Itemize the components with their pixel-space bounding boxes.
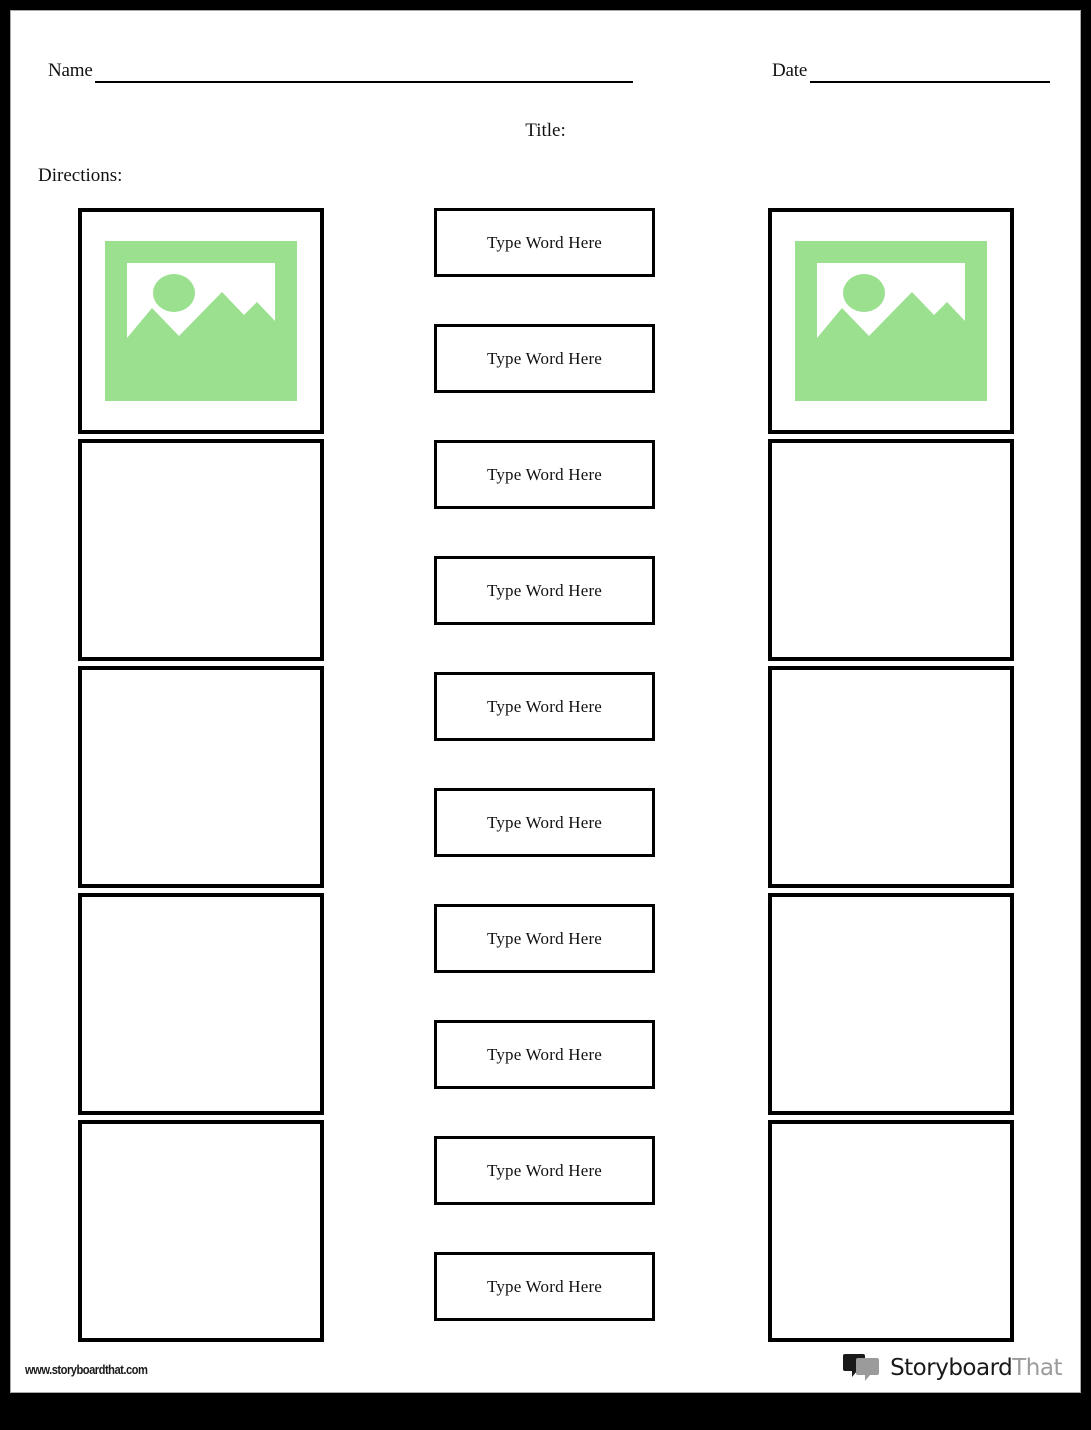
speech-bubbles-icon xyxy=(843,1353,883,1383)
answer-cell[interactable] xyxy=(768,893,1014,1115)
answer-cell[interactable] xyxy=(768,439,1014,661)
left-image-column xyxy=(78,208,324,1347)
word-box[interactable]: Type Word Here xyxy=(434,440,655,509)
date-write-line[interactable] xyxy=(810,81,1050,83)
word-box-text: Type Word Here xyxy=(486,812,603,832)
word-box[interactable]: Type Word Here xyxy=(434,788,655,857)
word-box[interactable]: Type Word Here xyxy=(434,1136,655,1205)
answer-cell[interactable] xyxy=(78,439,324,661)
brand-wordmark: StoryboardThat xyxy=(890,1355,1062,1381)
word-box[interactable]: Type Word Here xyxy=(434,1020,655,1089)
word-box-text: Type Word Here xyxy=(486,464,603,484)
word-box[interactable]: Type Word Here xyxy=(434,324,655,393)
word-box[interactable]: Type Word Here xyxy=(434,556,655,625)
word-box[interactable]: Type Word Here xyxy=(434,208,655,277)
word-box-text: Type Word Here xyxy=(486,580,603,600)
name-label: Name xyxy=(48,60,93,81)
word-box-text: Type Word Here xyxy=(486,928,603,948)
worksheet-page: Name Date Title: Directions: Type Word H… xyxy=(11,11,1080,1392)
word-box-text: Type Word Here xyxy=(486,232,603,252)
directions-label: Directions: xyxy=(38,165,123,186)
word-box-text: Type Word Here xyxy=(486,1276,603,1296)
right-image-column xyxy=(768,208,1014,1347)
word-box-text: Type Word Here xyxy=(486,696,603,716)
answer-cell[interactable] xyxy=(768,666,1014,888)
date-label: Date xyxy=(772,60,808,81)
answer-cell[interactable] xyxy=(78,666,324,888)
answer-cell[interactable] xyxy=(768,1120,1014,1342)
brand-secondary: That xyxy=(1012,1355,1062,1381)
word-box-text: Type Word Here xyxy=(486,1160,603,1180)
image-placeholder-icon xyxy=(105,241,297,401)
word-column: Type Word Here Type Word Here Type Word … xyxy=(434,208,658,1368)
answer-cell[interactable] xyxy=(78,1120,324,1342)
word-box-text: Type Word Here xyxy=(486,348,603,368)
brand-primary: Storyboard xyxy=(890,1355,1013,1381)
image-cell[interactable] xyxy=(768,208,1014,434)
image-placeholder-icon xyxy=(795,241,987,401)
word-box[interactable]: Type Word Here xyxy=(434,904,655,973)
storyboardthat-logo[interactable]: StoryboardThat xyxy=(843,1351,1062,1385)
image-cell[interactable] xyxy=(78,208,324,434)
footer-url[interactable]: www.storyboardthat.com xyxy=(25,1362,148,1377)
word-box[interactable]: Type Word Here xyxy=(434,672,655,741)
word-box[interactable]: Type Word Here xyxy=(434,1252,655,1321)
name-write-line[interactable] xyxy=(95,81,633,83)
answer-cell[interactable] xyxy=(78,893,324,1115)
word-box-text: Type Word Here xyxy=(486,1044,603,1064)
title-label: Title: xyxy=(525,120,566,141)
